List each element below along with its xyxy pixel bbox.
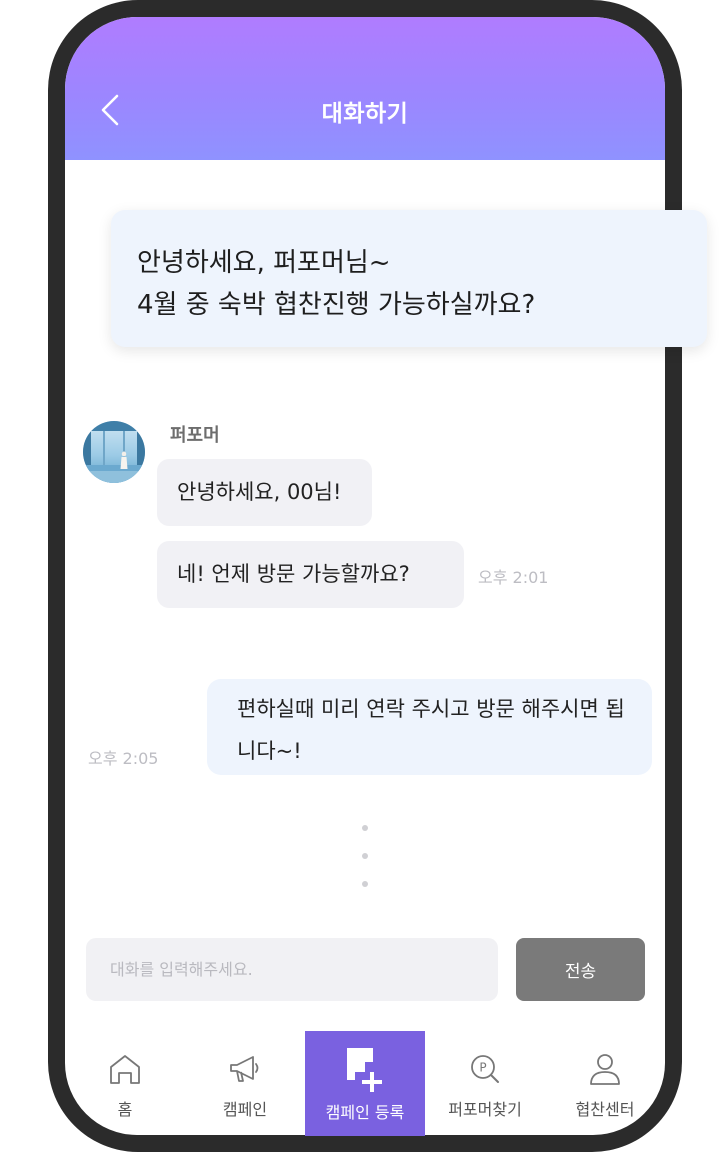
performer-search-icon: P — [471, 1055, 499, 1083]
avatar[interactable] — [83, 421, 145, 483]
tab-label: 협찬센터 — [575, 1100, 635, 1119]
tab-label: 홈 — [117, 1100, 133, 1119]
ellipsis-dot — [362, 853, 368, 859]
send-button[interactable]: 전송 — [516, 938, 645, 1001]
tab-label: 퍼포머찾기 — [448, 1100, 522, 1119]
user-icon — [590, 1054, 620, 1085]
message-timestamp: 오후 2:05 — [88, 749, 159, 768]
svg-text:P: P — [479, 1061, 486, 1075]
message-text: 편하실때 미리 연락 주시고 방문 해주시면 됩니다~! — [237, 697, 625, 763]
tab-label: 캠페인 — [222, 1100, 268, 1119]
incoming-message: 네! 언제 방문 가능할까요? — [157, 541, 464, 608]
campaign-add-icon — [347, 1048, 382, 1092]
outgoing-message: 편하실때 미리 연락 주시고 방문 해주시면 됩니다~! — [207, 679, 652, 775]
featured-message-card: 안녕하세요, 퍼포머님~ 4월 중 숙박 협찬진행 가능하실까요? — [111, 210, 707, 347]
tab-campaign-register[interactable]: 캠페인 등록 — [305, 1031, 425, 1136]
sender-name: 퍼포머 — [170, 425, 220, 446]
page-title: 대화하기 — [321, 101, 409, 127]
featured-message-line: 4월 중 숙박 협찬진행 가능하실까요? — [137, 290, 536, 320]
message-timestamp: 오후 2:01 — [478, 568, 549, 587]
tab-label: 캠페인 등록 — [325, 1103, 405, 1122]
featured-message-line: 안녕하세요, 퍼포머님~ — [137, 248, 391, 278]
tab-campaign[interactable]: 캠페인 — [185, 1031, 305, 1136]
message-text: 네! 언제 방문 가능할까요? — [177, 562, 410, 586]
chat-input[interactable] — [86, 938, 498, 1001]
megaphone-icon — [230, 1056, 259, 1082]
tab-sponsor-center[interactable]: 협찬센터 — [545, 1031, 665, 1136]
ellipsis-dot — [362, 825, 368, 831]
incoming-message: 안녕하세요, 00님! — [157, 459, 372, 526]
tab-home[interactable]: 홈 — [65, 1031, 185, 1136]
message-text: 안녕하세요, 00님! — [177, 480, 342, 504]
bottom-tab-bar: 홈 캠페인 캠페인 등록 P 퍼포머찾기 협찬센터 — [65, 1031, 665, 1136]
ellipsis-dot — [362, 881, 368, 887]
home-icon — [110, 1055, 140, 1084]
avatar-photo — [83, 421, 145, 483]
tab-find-performer[interactable]: P 퍼포머찾기 — [425, 1031, 545, 1136]
header-bar: 대화하기 — [65, 17, 665, 160]
